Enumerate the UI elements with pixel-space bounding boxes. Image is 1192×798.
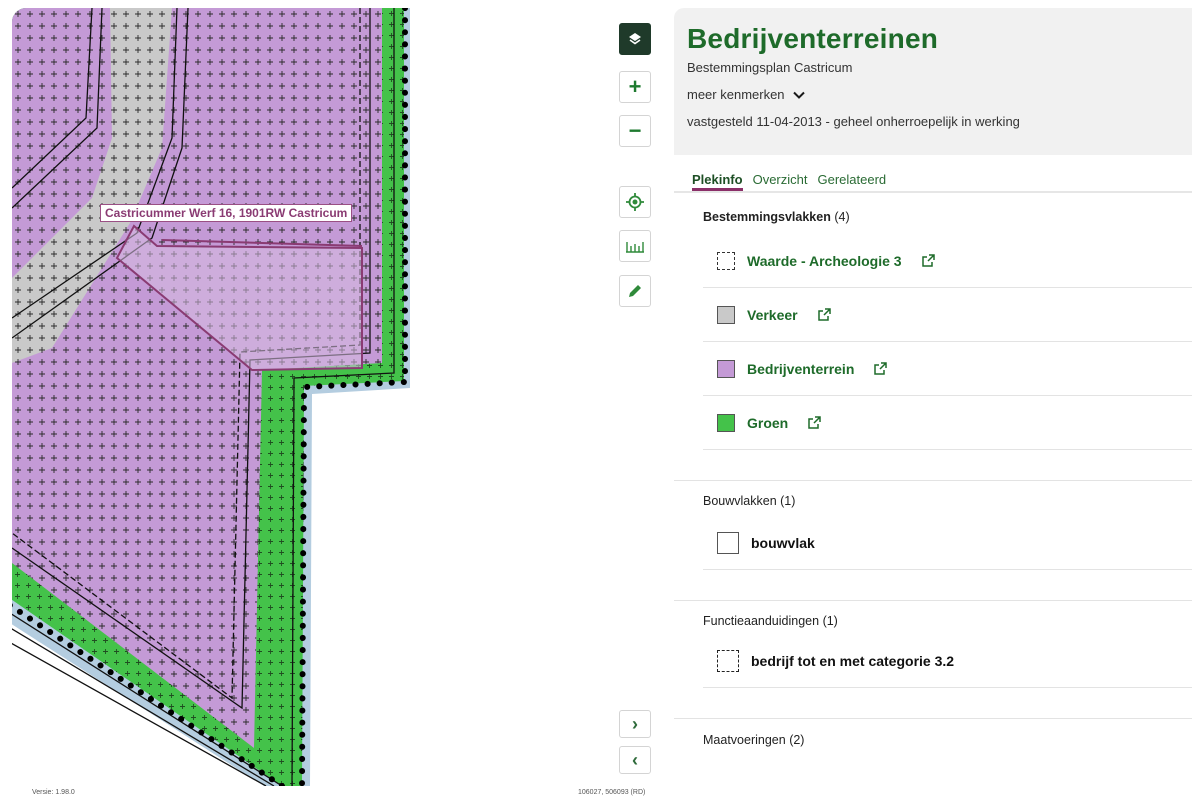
section-title-functieaanduidingen: Functieaanduidingen xyxy=(703,614,820,628)
section-maatvoeringen: Maatvoeringen (2) xyxy=(674,719,1192,747)
tab-overzicht[interactable]: Overzicht xyxy=(753,172,808,191)
tab-bar: Plekinfo Overzicht Gerelateerd xyxy=(674,155,1192,193)
tab-plekinfo[interactable]: Plekinfo xyxy=(692,172,743,191)
section-title-bouwvlakken: Bouwvlakken xyxy=(703,494,777,508)
external-link-icon[interactable] xyxy=(817,308,831,321)
locate-icon xyxy=(626,193,644,211)
list-item[interactable]: Waarde - Archeologie 3 xyxy=(703,234,1192,288)
swatch-verkeer xyxy=(717,305,735,324)
locate-button[interactable] xyxy=(619,186,651,218)
item-label: Waarde - Archeologie 3 xyxy=(747,252,902,269)
measure-icon xyxy=(626,242,644,253)
address-label: Castricummer Werf 16, 1901RW Castricum xyxy=(100,204,353,222)
zoom-in-icon: + xyxy=(628,74,642,99)
swatch-bouwvlak xyxy=(717,531,739,554)
expand-panel-button[interactable]: › xyxy=(619,710,651,738)
list-item[interactable]: bouwvlak xyxy=(703,516,1192,570)
section-count-functieaanduidingen: (1) xyxy=(822,614,838,628)
section-functieaanduidingen: Functieaanduidingen (1) bedrijf tot en m… xyxy=(674,601,1192,688)
section-bestemmingsvlakken: Bestemmingsvlakken (4) Waarde - Archeolo… xyxy=(674,193,1192,450)
chevron-left-icon: ‹ xyxy=(632,749,638,770)
external-link-icon[interactable] xyxy=(808,416,821,429)
item-label: Bedrijventerrein xyxy=(747,360,855,377)
coordinates-label: 106027, 506093 (RD) xyxy=(578,789,646,796)
item-label: bouwvlak xyxy=(751,534,815,551)
external-link-icon[interactable] xyxy=(921,254,935,267)
list-item[interactable]: bedrijf tot en met categorie 3.2 xyxy=(703,634,1192,688)
swatch-dashed xyxy=(717,649,739,672)
collapse-panel-button[interactable]: ‹ xyxy=(619,746,651,774)
section-title-bestemmingsvlakken: Bestemmingsvlakken xyxy=(703,210,831,224)
item-label: Verkeer xyxy=(747,306,798,323)
swatch-bedrijventerrein xyxy=(717,359,735,378)
layers-icon xyxy=(629,33,641,45)
map-canvas[interactable]: Castricummer Werf 16, 1901RW Castricum xyxy=(12,8,670,786)
list-item[interactable]: Bedrijventerrein xyxy=(703,342,1192,396)
list-item[interactable]: Verkeer xyxy=(703,288,1192,342)
meer-kenmerken-label: meer kenmerken xyxy=(687,87,785,102)
panel-header: Bedrijventerreinen Bestemmingsplan Castr… xyxy=(674,8,1192,155)
list-item[interactable]: Groen xyxy=(703,396,1192,450)
meer-kenmerken-toggle[interactable]: meer kenmerken xyxy=(687,87,1192,102)
layers-button[interactable] xyxy=(619,23,651,55)
section-title-maatvoeringen: Maatvoeringen xyxy=(703,733,786,747)
panel-subtitle: Bestemmingsplan Castricum xyxy=(687,60,853,75)
section-count-bouwvlakken: (1) xyxy=(780,494,796,508)
plan-status: vastgesteld 11-04-2013 - geheel onherroe… xyxy=(687,114,1020,129)
version-label: Versie: 1.98.0 xyxy=(32,789,75,796)
panel-title: Bedrijventerreinen xyxy=(687,23,939,54)
item-label: Groen xyxy=(747,414,789,431)
swatch-dashed xyxy=(717,251,735,270)
item-label: bedrijf tot en met categorie 3.2 xyxy=(751,652,955,669)
section-count-bestemmingsvlakken: (4) xyxy=(834,210,850,224)
external-link-icon[interactable] xyxy=(874,362,888,375)
tab-gerelateerd[interactable]: Gerelateerd xyxy=(817,172,886,191)
swatch-groen xyxy=(717,413,735,432)
draw-button[interactable] xyxy=(619,275,651,307)
chevron-down-icon xyxy=(792,91,805,99)
zoom-out-button[interactable]: − xyxy=(619,115,651,147)
measure-button[interactable] xyxy=(619,230,651,262)
info-panel: Bedrijventerreinen Bestemmingsplan Castr… xyxy=(674,8,1192,798)
draw-icon xyxy=(629,285,641,297)
section-count-maatvoeringen: (2) xyxy=(789,733,805,747)
zoom-in-button[interactable]: + xyxy=(619,71,651,103)
section-bouwvlakken: Bouwvlakken (1) bouwvlak xyxy=(674,481,1192,570)
zoom-out-icon: − xyxy=(628,118,642,143)
chevron-right-icon: › xyxy=(632,713,638,734)
zoning-map xyxy=(12,8,410,786)
